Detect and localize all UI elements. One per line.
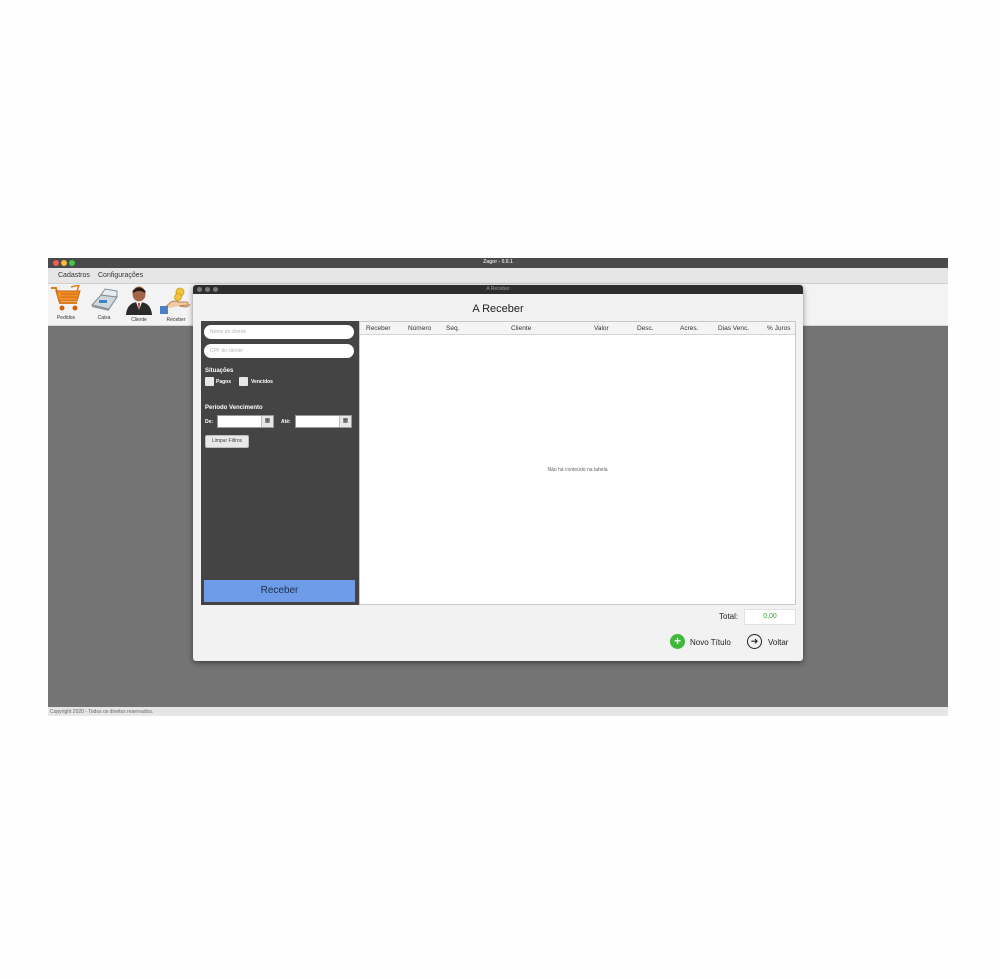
cash-register-icon xyxy=(91,288,118,311)
column-header-juros[interactable]: % Juros xyxy=(767,325,790,332)
arrow-right-circle-icon: ➜ xyxy=(747,634,762,649)
menubar: Cadastros Configurações xyxy=(48,268,948,284)
shopping-cart-icon xyxy=(51,285,81,311)
table-empty-message: Não há conteúdo na tabela xyxy=(547,467,608,473)
column-header-acres[interactable]: Acres. xyxy=(680,325,698,332)
column-header-cliente[interactable]: Cliente xyxy=(511,325,531,332)
toolbar-caixa-button[interactable]: Caixa xyxy=(86,285,122,325)
dialog-window-title: A Receber xyxy=(486,286,510,292)
clear-filters-button[interactable]: Limpar Filtros xyxy=(205,435,249,448)
main-titlebar: Zagor - 0.0.1 xyxy=(48,258,948,268)
plus-circle-icon: + xyxy=(670,634,685,649)
toolbar-receber-label: Receber xyxy=(166,317,186,323)
column-header-valor[interactable]: Valor xyxy=(594,325,609,332)
to-date-input[interactable]: ▦ xyxy=(295,415,352,428)
customer-icon xyxy=(126,286,152,315)
receive-button[interactable]: Receber xyxy=(204,580,355,602)
toolbar-receber-button[interactable]: Receber xyxy=(158,285,194,325)
column-header-receber[interactable]: Receber xyxy=(366,325,391,332)
dialog-heading: A Receber xyxy=(472,303,524,315)
toolbar-caixa-label: Caixa xyxy=(97,315,111,321)
column-header-dias-venc[interactable]: Dias Venc. xyxy=(718,325,749,332)
toolbar-pedidos-label: Pedidos xyxy=(56,315,76,321)
receivables-dialog: A Receber A Receber Situações Pagos Venc… xyxy=(193,285,803,661)
copyright-text: Copyright 2020 - Todos os direitos reser… xyxy=(50,709,154,715)
client-name-input[interactable] xyxy=(204,325,354,339)
vencidos-label: Vencidos xyxy=(251,379,273,385)
toolbar-pedidos-button[interactable]: Pedidos xyxy=(48,285,84,325)
period-title: Período Vencimento xyxy=(205,405,263,411)
calendar-icon[interactable]: ▦ xyxy=(339,416,351,427)
pagos-label: Pagos xyxy=(216,379,232,385)
pagos-checkbox[interactable] xyxy=(205,377,214,386)
dialog-titlebar: A Receber xyxy=(193,285,803,294)
total-value: 0,00 xyxy=(744,609,796,625)
from-date-label: De: xyxy=(205,419,214,425)
from-date-input[interactable]: ▦ xyxy=(217,415,274,428)
filter-panel: Situações Pagos Vencidos Período Vencime… xyxy=(201,321,359,605)
toolbar-cliente-button[interactable]: Cliente xyxy=(121,285,157,325)
total-label: Total: xyxy=(719,612,739,621)
app-title: Zagor - 0.0.1 xyxy=(483,259,513,265)
back-label: Voltar xyxy=(768,638,789,647)
receive-payment-icon xyxy=(160,287,191,314)
status-bar: Copyright 2020 - Todos os direitos reser… xyxy=(48,707,948,716)
to-date-label: Até: xyxy=(281,419,291,425)
menu-configuracoes[interactable]: Configurações xyxy=(98,272,143,279)
table-header: Receber Número Seq. Cliente Valor Desc. … xyxy=(360,322,795,335)
column-header-desc[interactable]: Desc. xyxy=(637,325,654,332)
column-header-seq[interactable]: Seq. xyxy=(446,325,459,332)
new-title-label: Novo Título xyxy=(690,638,731,647)
receivables-table: Receber Número Seq. Cliente Valor Desc. … xyxy=(359,321,796,605)
column-header-numero[interactable]: Número xyxy=(408,325,431,332)
menu-cadastros[interactable]: Cadastros xyxy=(58,272,90,279)
situations-title: Situações xyxy=(205,368,234,374)
client-cpf-input[interactable] xyxy=(204,344,354,358)
toolbar-cliente-label: Cliente xyxy=(131,317,147,323)
vencidos-checkbox[interactable] xyxy=(239,377,248,386)
calendar-icon[interactable]: ▦ xyxy=(261,416,273,427)
